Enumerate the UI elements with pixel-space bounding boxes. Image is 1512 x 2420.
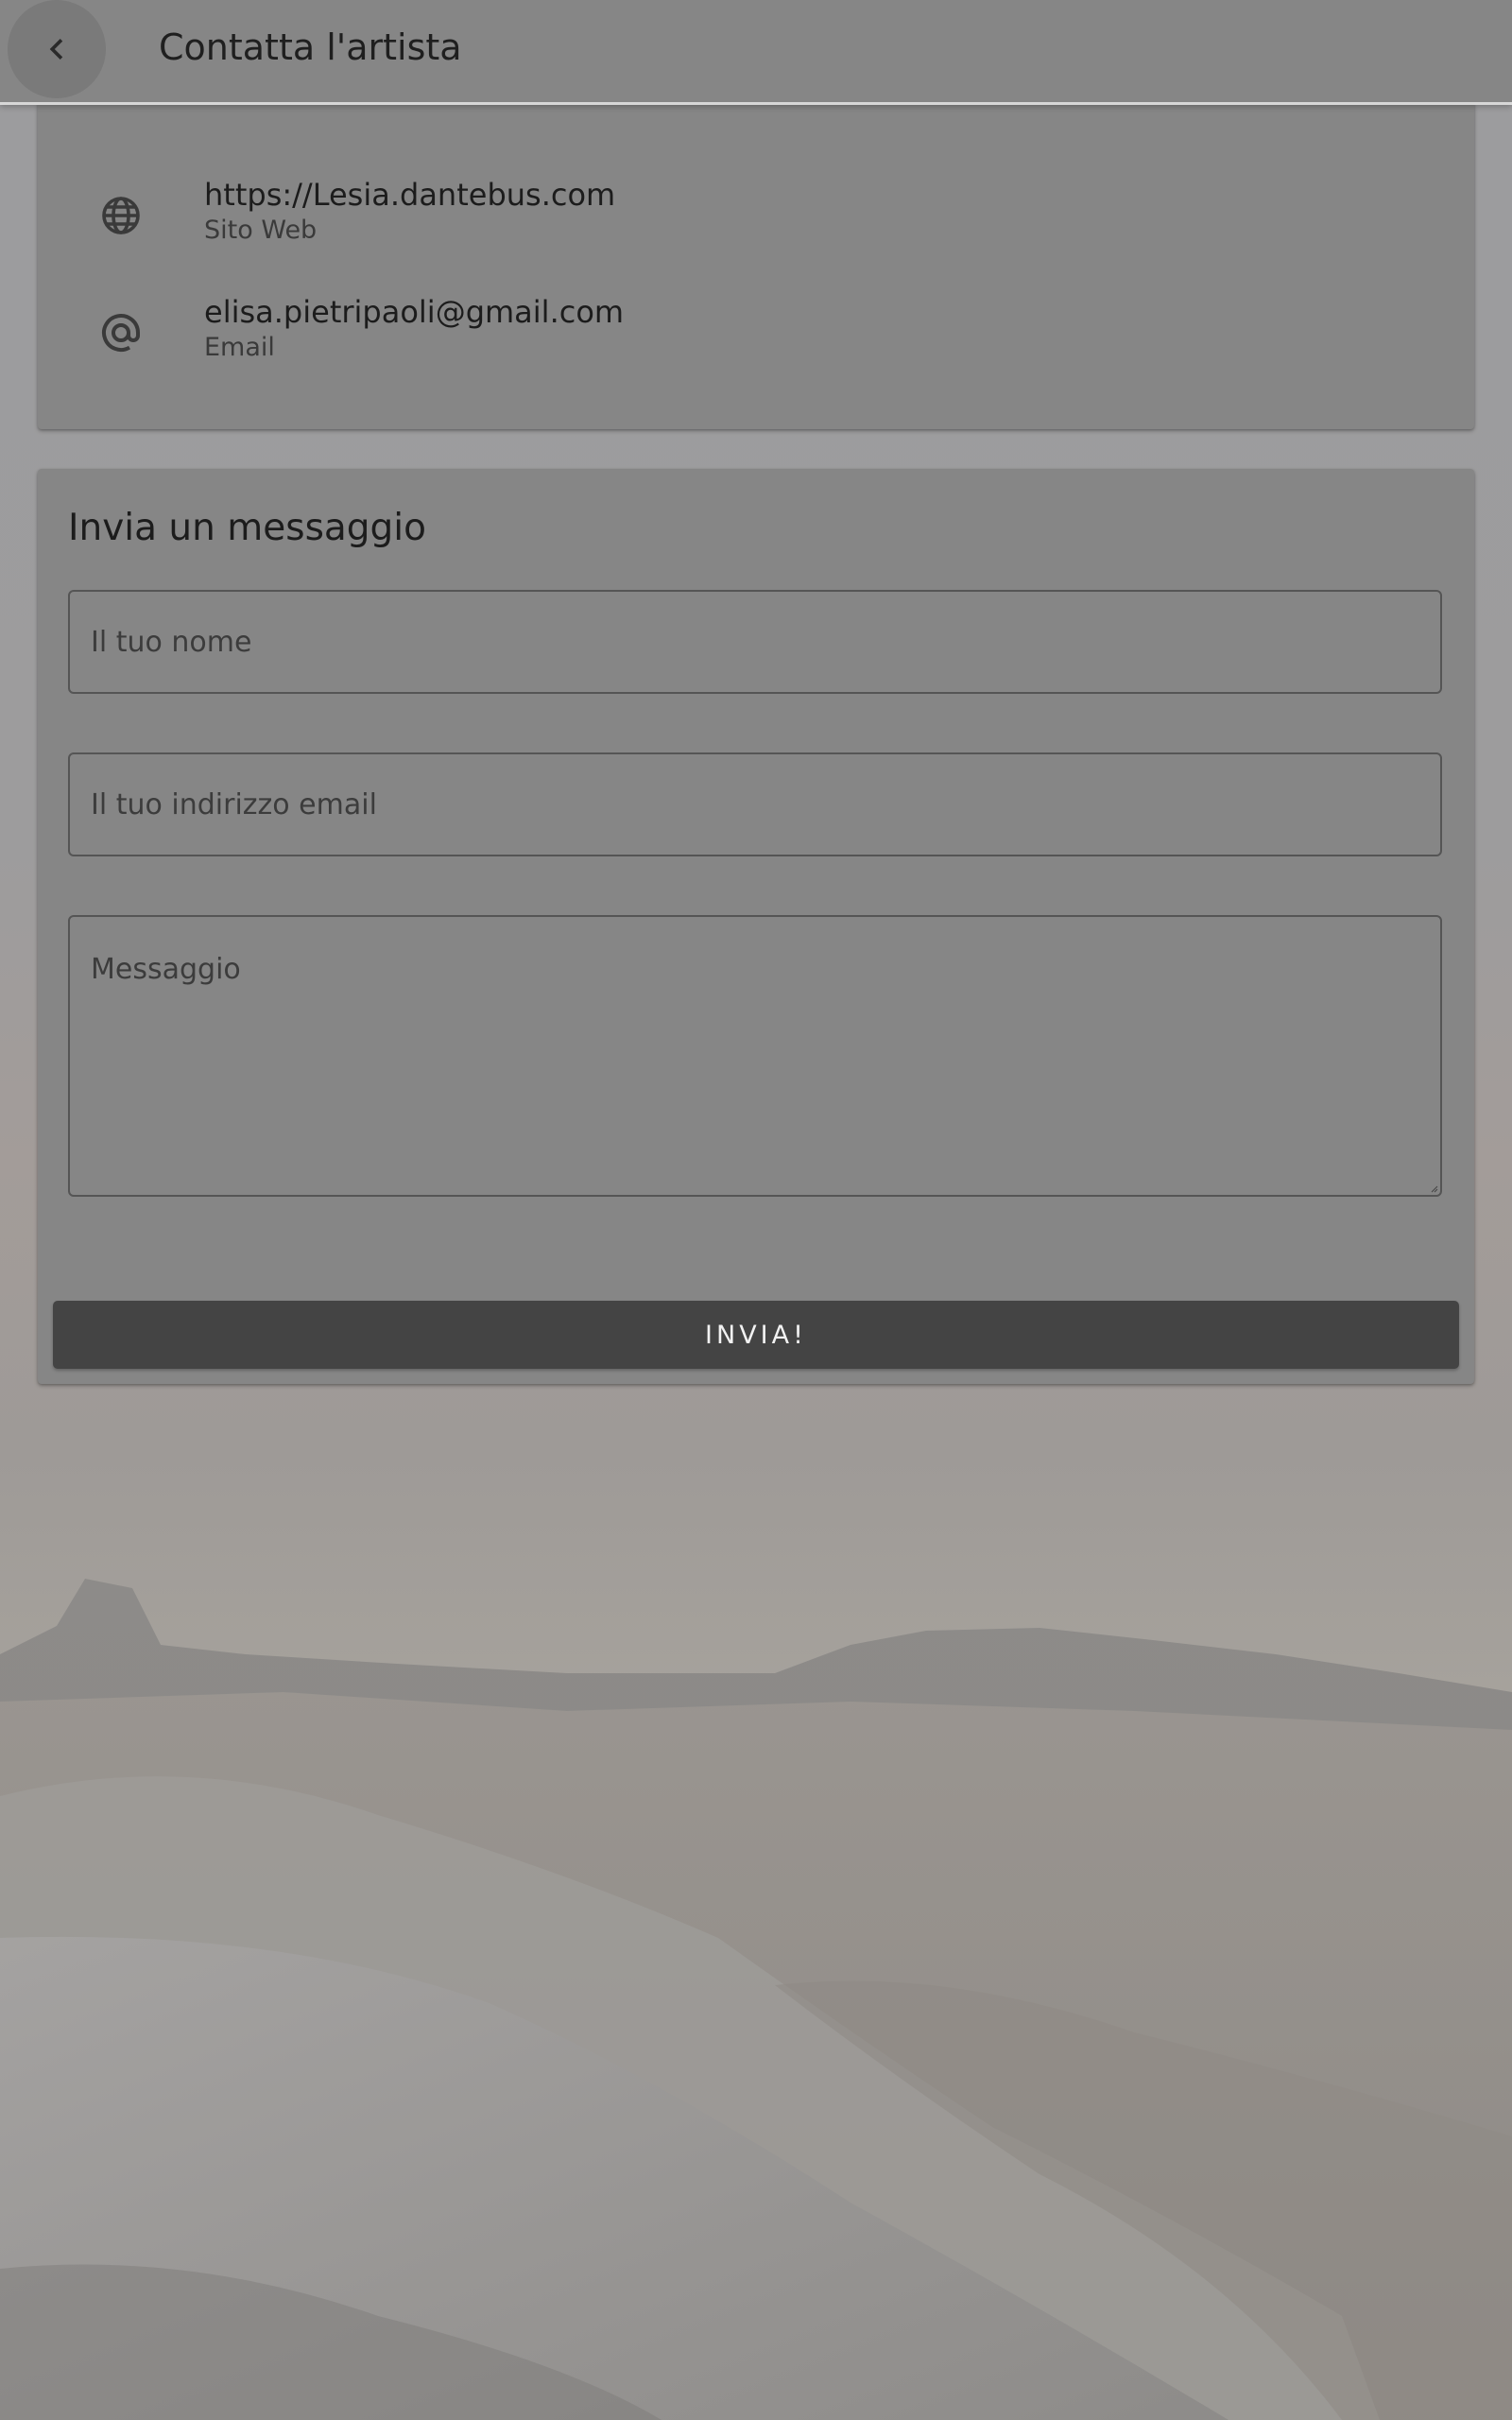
chevron-left-icon (49, 39, 63, 60)
email-address[interactable]: elisa.pietripaoli@gmail.com (204, 291, 624, 333)
submit-button[interactable]: INVIA! (53, 1301, 1459, 1369)
globe-icon (102, 197, 140, 234)
message-field[interactable] (68, 915, 1442, 1197)
message-textarea[interactable] (70, 917, 1440, 1195)
email-input[interactable] (70, 754, 1440, 855)
name-field[interactable] (68, 590, 1442, 694)
message-form-card: Invia un messaggio INVIA! (38, 469, 1474, 1384)
contact-info-card: https://Lesia.dantebus.com Sito Web elis… (38, 102, 1474, 429)
at-sign-icon (102, 314, 140, 352)
email-field[interactable] (68, 752, 1442, 856)
email-row[interactable]: elisa.pietripaoli@gmail.com Email (38, 291, 1474, 386)
app-bar: Contatta l'artista (0, 0, 1512, 105)
back-button[interactable] (8, 0, 106, 98)
name-input[interactable] (70, 592, 1440, 692)
email-label: Email (204, 333, 275, 362)
website-row[interactable]: https://Lesia.dantebus.com Sito Web (38, 174, 1474, 268)
resize-grip-icon[interactable] (1429, 1184, 1438, 1193)
website-url[interactable]: https://Lesia.dantebus.com (204, 174, 615, 216)
form-title: Invia un messaggio (68, 507, 426, 549)
page-title: Contatta l'artista (159, 26, 462, 68)
website-label: Sito Web (204, 216, 318, 245)
